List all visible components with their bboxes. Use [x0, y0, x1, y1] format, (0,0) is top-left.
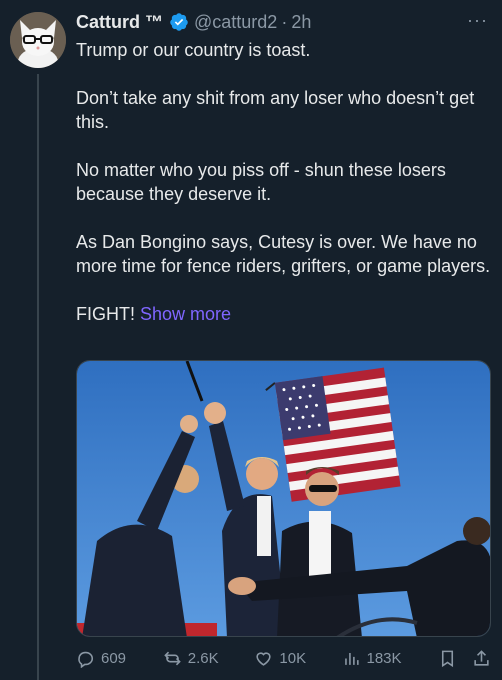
avatar-image [10, 12, 66, 68]
share-button[interactable] [472, 649, 491, 668]
like-count: 10K [279, 649, 307, 667]
photo-image [77, 361, 490, 636]
like-icon [256, 651, 272, 666]
repost-icon [164, 651, 181, 665]
views-button[interactable]: 183K [342, 649, 438, 668]
author-handle[interactable]: @catturd2 [194, 12, 277, 33]
avatar[interactable] [10, 12, 66, 68]
timestamp[interactable]: 2h [291, 12, 311, 33]
tweet-paragraph: As Dan Bongino says, Cutesy is over. We … [76, 232, 491, 276]
bookmark-icon [441, 650, 453, 667]
tweet-text: Trump or our country is toast. Don’t tak… [76, 38, 492, 326]
views-icon [344, 652, 359, 665]
reply-icon [78, 651, 94, 668]
views-count: 183K [366, 649, 402, 667]
show-more-link[interactable]: Show more [140, 304, 231, 324]
tweet-media[interactable] [76, 360, 491, 637]
tweet-paragraph-final: FIGHT! Show more [76, 302, 492, 326]
tweet-actions: 609 2.6K 10K 183K [76, 646, 491, 670]
like-button[interactable]: 10K [254, 649, 333, 668]
separator: · [281, 11, 288, 32]
tweet-paragraph: Trump or our country is toast. [76, 40, 311, 60]
reply-count: 609 [101, 649, 127, 667]
author-name[interactable]: Catturd ™ [76, 12, 163, 33]
more-icon[interactable]: ··· [467, 10, 488, 30]
tweet-paragraph: Don’t take any shit from any loser who d… [76, 88, 475, 132]
share-icon [474, 649, 489, 666]
thread-line [37, 74, 39, 680]
tweet-paragraph: No matter who you piss off - shun these … [76, 160, 446, 204]
bookmark-button[interactable] [438, 649, 472, 668]
repost-count: 2.6K [187, 649, 219, 667]
final-text: FIGHT! [76, 304, 135, 324]
reply-button[interactable]: 609 [76, 649, 163, 668]
verified-icon [169, 12, 189, 32]
repost-button[interactable]: 2.6K [163, 649, 255, 668]
tweet-header: Catturd ™ @catturd2 · 2h ··· [76, 10, 488, 34]
